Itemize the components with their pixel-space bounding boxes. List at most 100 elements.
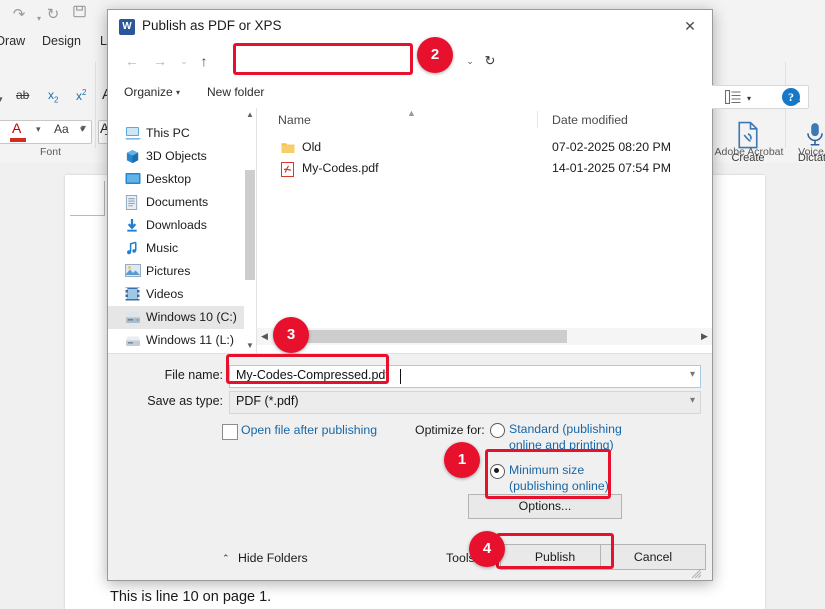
- this-pc-icon: [125, 126, 141, 141]
- document-visible-line: This is line 10 on page 1.: [110, 589, 271, 605]
- annotation-badge-4: 4: [469, 531, 505, 567]
- file-list-header: Name ▲ Date modified: [257, 108, 712, 132]
- view-layout-icon[interactable]: [725, 90, 741, 104]
- sidebar-item-downloads[interactable]: Downloads: [108, 214, 256, 237]
- column-header-date-modified[interactable]: Date modified: [552, 113, 628, 127]
- change-case-caret-icon[interactable]: ▾: [80, 124, 85, 135]
- sidebar-item-windows-10-c[interactable]: Windows 10 (C:): [108, 306, 256, 329]
- drive-icon: [125, 310, 141, 325]
- save-as-type-label: Save as type:: [118, 394, 223, 408]
- change-case-icon[interactable]: Aa: [54, 122, 69, 136]
- music-icon: [125, 241, 141, 256]
- file-name: My-Codes.pdf: [302, 161, 379, 175]
- hide-folders-button[interactable]: Hide Folders: [238, 551, 308, 565]
- sidebar-item-label: Downloads: [146, 218, 207, 232]
- horizontal-scrollbar[interactable]: ◀ ▶: [257, 328, 712, 345]
- sidebar-item-3d-objects[interactable]: 3D Objects: [108, 145, 256, 168]
- tab-draw[interactable]: Draw: [0, 34, 25, 48]
- downloads-icon: [125, 218, 141, 233]
- 3d-objects-icon: [125, 149, 141, 164]
- back-icon[interactable]: ←: [122, 51, 142, 71]
- undo-icon[interactable]: ↷: [8, 4, 30, 26]
- sidebar-item-label: 3D Objects: [146, 149, 207, 163]
- documents-icon: [125, 195, 141, 210]
- save-as-type-select[interactable]: PDF (*.pdf) ▾: [229, 391, 701, 414]
- font-color-caret-icon[interactable]: ▾: [36, 124, 41, 135]
- optimize-for-label: Optimize for:: [415, 423, 485, 437]
- table-row[interactable]: Old 07-02-2025 08:20 PM: [257, 138, 712, 159]
- close-icon[interactable]: ✕: [668, 10, 712, 43]
- file-list[interactable]: Name ▲ Date modified Old 07-02-2025 08:2…: [257, 108, 712, 353]
- open-after-publishing-label[interactable]: Open file after publishing: [241, 423, 377, 437]
- scrollbar-thumb[interactable]: [245, 170, 255, 280]
- font-color-icon[interactable]: A: [12, 120, 21, 136]
- table-row[interactable]: My-Codes.pdf 14-01-2025 07:54 PM: [257, 159, 712, 180]
- navigation-pane-scrollbar[interactable]: ▲ ▼: [244, 108, 256, 353]
- font-color-swatch[interactable]: [10, 138, 26, 142]
- font-more-caret-icon[interactable]: ▾: [0, 94, 3, 105]
- strikethrough-icon[interactable]: ab: [16, 88, 29, 102]
- voice-group-label: Voice: [786, 146, 825, 158]
- pdf-icon: [281, 162, 295, 177]
- help-icon[interactable]: ?: [782, 88, 800, 106]
- organize-caret-icon[interactable]: ▾: [176, 88, 180, 97]
- scroll-right-icon[interactable]: ▶: [697, 328, 712, 345]
- cancel-button[interactable]: Cancel: [600, 544, 706, 570]
- open-after-publishing-checkbox[interactable]: [222, 424, 238, 440]
- drive-icon: [125, 333, 141, 348]
- annotation-badge-1: 1: [444, 442, 480, 478]
- view-caret-icon[interactable]: ▾: [747, 94, 751, 103]
- recent-locations-icon[interactable]: ⌄: [174, 51, 194, 71]
- folder-icon: [281, 141, 295, 156]
- file-name-label: File name:: [128, 368, 223, 382]
- standard-radio-label-1[interactable]: Standard (publishing: [509, 422, 622, 437]
- address-history-caret-icon[interactable]: ⌄: [460, 51, 480, 71]
- annotation-box-breadcrumb: [233, 43, 413, 75]
- file-browser: This PC 3D Objects Desktop Documents: [108, 108, 712, 354]
- column-header-name[interactable]: Name: [278, 113, 311, 127]
- annotation-badge-3: 3: [273, 317, 309, 353]
- chevron-down-icon[interactable]: ▾: [690, 395, 695, 406]
- subscript-icon[interactable]: x2: [48, 88, 58, 104]
- pictures-icon: [125, 264, 141, 279]
- new-folder-button[interactable]: New folder: [207, 85, 264, 99]
- annotation-badge-2: 2: [417, 37, 453, 73]
- save-icon[interactable]: [68, 4, 90, 26]
- tab-layout[interactable]: L: [100, 34, 107, 48]
- sidebar-item-documents[interactable]: Documents: [108, 191, 256, 214]
- chevron-down-icon[interactable]: ▾: [690, 369, 695, 380]
- sort-ascending-icon: ▲: [407, 108, 416, 118]
- videos-icon: [125, 287, 141, 302]
- tab-design[interactable]: Design: [42, 34, 81, 48]
- file-date: 14-01-2025 07:54 PM: [552, 161, 671, 175]
- sidebar-item-label: This PC: [146, 126, 190, 140]
- dialog-title: Publish as PDF or XPS: [142, 18, 282, 33]
- sidebar-item-label: Music: [146, 241, 178, 255]
- sidebar-item-this-pc[interactable]: This PC: [108, 122, 256, 145]
- dialog-title-bar: W Publish as PDF or XPS ✕: [108, 10, 712, 44]
- scrollbar-thumb[interactable]: [284, 330, 567, 343]
- save-as-type-value: PDF (*.pdf): [236, 394, 299, 408]
- scroll-down-icon[interactable]: ▼: [244, 339, 256, 353]
- dialog-toolbar: Organize ▾ New folder: [108, 78, 712, 109]
- sidebar-item-label: Windows 11 (L:): [146, 333, 234, 347]
- sidebar-item-windows-11-l[interactable]: Windows 11 (L:): [108, 329, 256, 352]
- forward-icon[interactable]: →: [150, 51, 170, 71]
- resize-grip[interactable]: [692, 566, 702, 576]
- redo-icon[interactable]: ↻: [42, 4, 64, 26]
- sidebar-item-music[interactable]: Music: [108, 237, 256, 260]
- organize-button[interactable]: Organize: [124, 85, 173, 99]
- superscript-icon[interactable]: x2: [76, 88, 86, 103]
- word-icon: W: [119, 19, 135, 35]
- scroll-up-icon[interactable]: ▲: [244, 108, 256, 122]
- sidebar-item-label: Windows 10 (C:): [146, 310, 237, 324]
- scroll-left-icon[interactable]: ◀: [257, 328, 272, 345]
- sidebar-item-videos[interactable]: Videos: [108, 283, 256, 306]
- annotation-box-file-name: [226, 354, 389, 384]
- refresh-icon[interactable]: ↻: [480, 51, 500, 71]
- up-icon[interactable]: ↑: [194, 51, 214, 71]
- standard-radio[interactable]: [490, 423, 505, 438]
- sidebar-item-pictures[interactable]: Pictures: [108, 260, 256, 283]
- sidebar-item-desktop[interactable]: Desktop: [108, 168, 256, 191]
- hide-folders-caret-icon[interactable]: ⌃: [222, 553, 230, 564]
